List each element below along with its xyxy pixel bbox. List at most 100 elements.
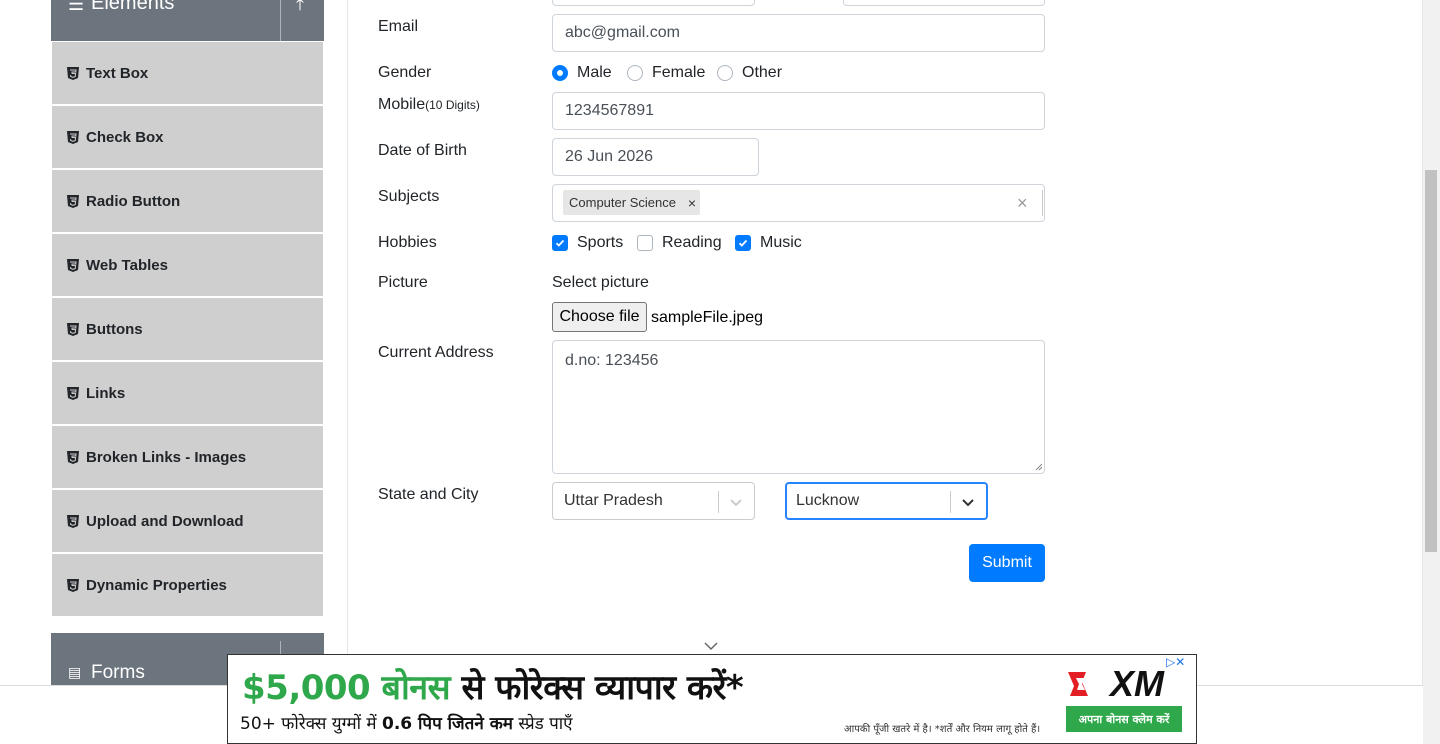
radio-label: Male [577, 64, 612, 81]
sidebar-item-label: Radio Button [86, 192, 181, 210]
ad-subline: 50+ फोरेक्स युग्मों में 0.6 पिप जितने कम… [240, 711, 573, 734]
ad-headline-amount: $5,000 बोनस [242, 668, 451, 708]
mobile-label: Mobile(10 Digits) [378, 96, 480, 114]
city-value: Lucknow [796, 492, 860, 509]
gender-radio-female[interactable]: Female [627, 64, 705, 82]
radio-circle[interactable] [627, 65, 643, 81]
select-picture-label: Select picture [552, 274, 649, 291]
checkbox-label: Music [760, 234, 802, 251]
mobile-hint: (10 Digits) [425, 98, 480, 112]
radio-circle[interactable] [552, 65, 568, 81]
scrollbar-thumb[interactable] [1425, 170, 1437, 552]
checkbox-box[interactable] [637, 235, 653, 251]
sidebar-item-label: Buttons [86, 320, 143, 338]
check-icon [738, 239, 748, 247]
subjects-label: Subjects [378, 188, 440, 205]
chevron-down-icon [730, 499, 742, 507]
hobby-checkbox-sports[interactable]: Sports [552, 234, 623, 252]
sidebar-item-label: Web Tables [86, 256, 168, 274]
hobby-checkbox-music[interactable]: Music [735, 234, 802, 252]
elements-group-header[interactable]: ☰ Elements ⤒ [51, 0, 324, 41]
html5-icon [67, 322, 79, 336]
forms-group-title: Forms [91, 662, 145, 683]
sidebar-item-label: Broken Links - Images [86, 448, 247, 466]
hobbies-label: Hobbies [378, 234, 437, 251]
collapse-arrow-icon[interactable]: ⤒ [296, 0, 304, 15]
sidebar-item-dynamic-properties[interactable]: Dynamic Properties [52, 554, 323, 616]
checkbox-box[interactable] [552, 235, 568, 251]
ad-cta-button[interactable]: अपना बोनस क्लेम करें [1066, 706, 1182, 732]
elements-group-title: Elements [91, 0, 175, 14]
gender-radio-other[interactable]: Other [717, 64, 782, 82]
resize-handle-icon[interactable] [1035, 463, 1043, 471]
sidebar-item-broken-links[interactable]: Broken Links - Images [52, 426, 323, 488]
content-divider [347, 0, 348, 685]
chip-remove-icon[interactable]: × [684, 195, 700, 211]
city-select[interactable]: Lucknow [785, 482, 988, 520]
dob-label: Date of Birth [378, 142, 467, 159]
state-select[interactable]: Uttar Pradesh [552, 482, 755, 520]
address-value: d.no: 123456 [565, 352, 659, 369]
sidebar-item-buttons[interactable]: Buttons [52, 298, 323, 360]
sidebar-item-label: Check Box [86, 128, 164, 146]
clear-icon[interactable]: × [1017, 193, 1028, 214]
submit-button[interactable]: Submit [969, 544, 1045, 582]
mobile-label-text: Mobile [378, 96, 426, 113]
sidebar-item-radio-button[interactable]: Radio Button [52, 170, 323, 232]
last-name-input[interactable] [843, 0, 1045, 6]
sidebar-item-label: Text Box [86, 64, 149, 82]
document-icon: ▤ [68, 664, 82, 680]
current-address-label: Current Address [378, 344, 494, 361]
email-value: abc@gmail.com [565, 24, 680, 41]
ad-banner[interactable]: $5,000 बोनस से फोरेक्स व्यापार करें* 50+… [227, 654, 1197, 744]
choose-file-button[interactable]: Choose file [552, 302, 647, 332]
ad-sub-bold: 0.6 पिप जितने कम [381, 714, 513, 734]
checkbox-box[interactable] [735, 235, 751, 251]
chevron-down-icon[interactable] [703, 641, 719, 651]
state-value: Uttar Pradesh [564, 492, 663, 509]
hamburger-icon: ☰ [68, 0, 85, 14]
checkbox-label: Reading [662, 234, 722, 251]
ad-sub-suffix: स्प्रेड पाएँ [512, 714, 573, 734]
sidebar-item-label: Upload and Download [86, 512, 244, 530]
html5-icon [67, 130, 79, 144]
sidebar-item-label: Dynamic Properties [86, 576, 227, 594]
current-address-textarea[interactable]: d.no: 123456 [552, 340, 1045, 474]
xm-logo: XM [1066, 663, 1164, 705]
header-divider [280, 0, 281, 41]
picture-label: Picture [378, 274, 428, 291]
hobby-checkbox-reading[interactable]: Reading [637, 234, 722, 252]
gender-radio-male[interactable]: Male [552, 64, 612, 82]
mobile-input[interactable]: 1234567891 [552, 92, 1045, 130]
radio-label: Other [742, 64, 783, 81]
radio-label: Female [652, 64, 706, 81]
first-name-input[interactable] [552, 0, 755, 6]
sidebar-item-web-tables[interactable]: Web Tables [52, 234, 323, 296]
select-divider [950, 491, 951, 513]
ad-choices-icon[interactable]: ▷✕ [1166, 655, 1185, 669]
gender-label: Gender [378, 64, 432, 81]
html5-icon [67, 66, 79, 80]
dob-input[interactable]: 26 Jun 2026 [552, 138, 759, 176]
sidebar-item-label: Links [86, 384, 126, 402]
checkbox-label: Sports [577, 234, 624, 251]
html5-icon [67, 450, 79, 464]
sidebar-item-text-box[interactable]: Text Box [52, 42, 323, 104]
sidebar-item-check-box[interactable]: Check Box [52, 106, 323, 168]
subject-chip: Computer Science × [563, 190, 700, 215]
sidebar-item-links[interactable]: Links [52, 362, 323, 424]
ad-headline: $5,000 बोनस से फोरेक्स व्यापार करें* [242, 663, 744, 709]
sidebar-item-upload-download[interactable]: Upload and Download [52, 490, 323, 552]
email-input[interactable]: abc@gmail.com [552, 14, 1045, 52]
radio-circle[interactable] [717, 65, 733, 81]
html5-icon [67, 258, 79, 272]
html5-icon [67, 386, 79, 400]
select-divider [718, 491, 719, 513]
xm-logo-mark [1068, 672, 1088, 696]
html5-icon [67, 514, 79, 528]
brand-name: XM [1110, 663, 1164, 704]
chip-label: Computer Science [569, 195, 676, 210]
chevron-down-icon [962, 499, 974, 507]
email-label: Email [378, 18, 419, 35]
ad-headline-rest: से फोरेक्स व्यापार करें* [450, 668, 744, 708]
